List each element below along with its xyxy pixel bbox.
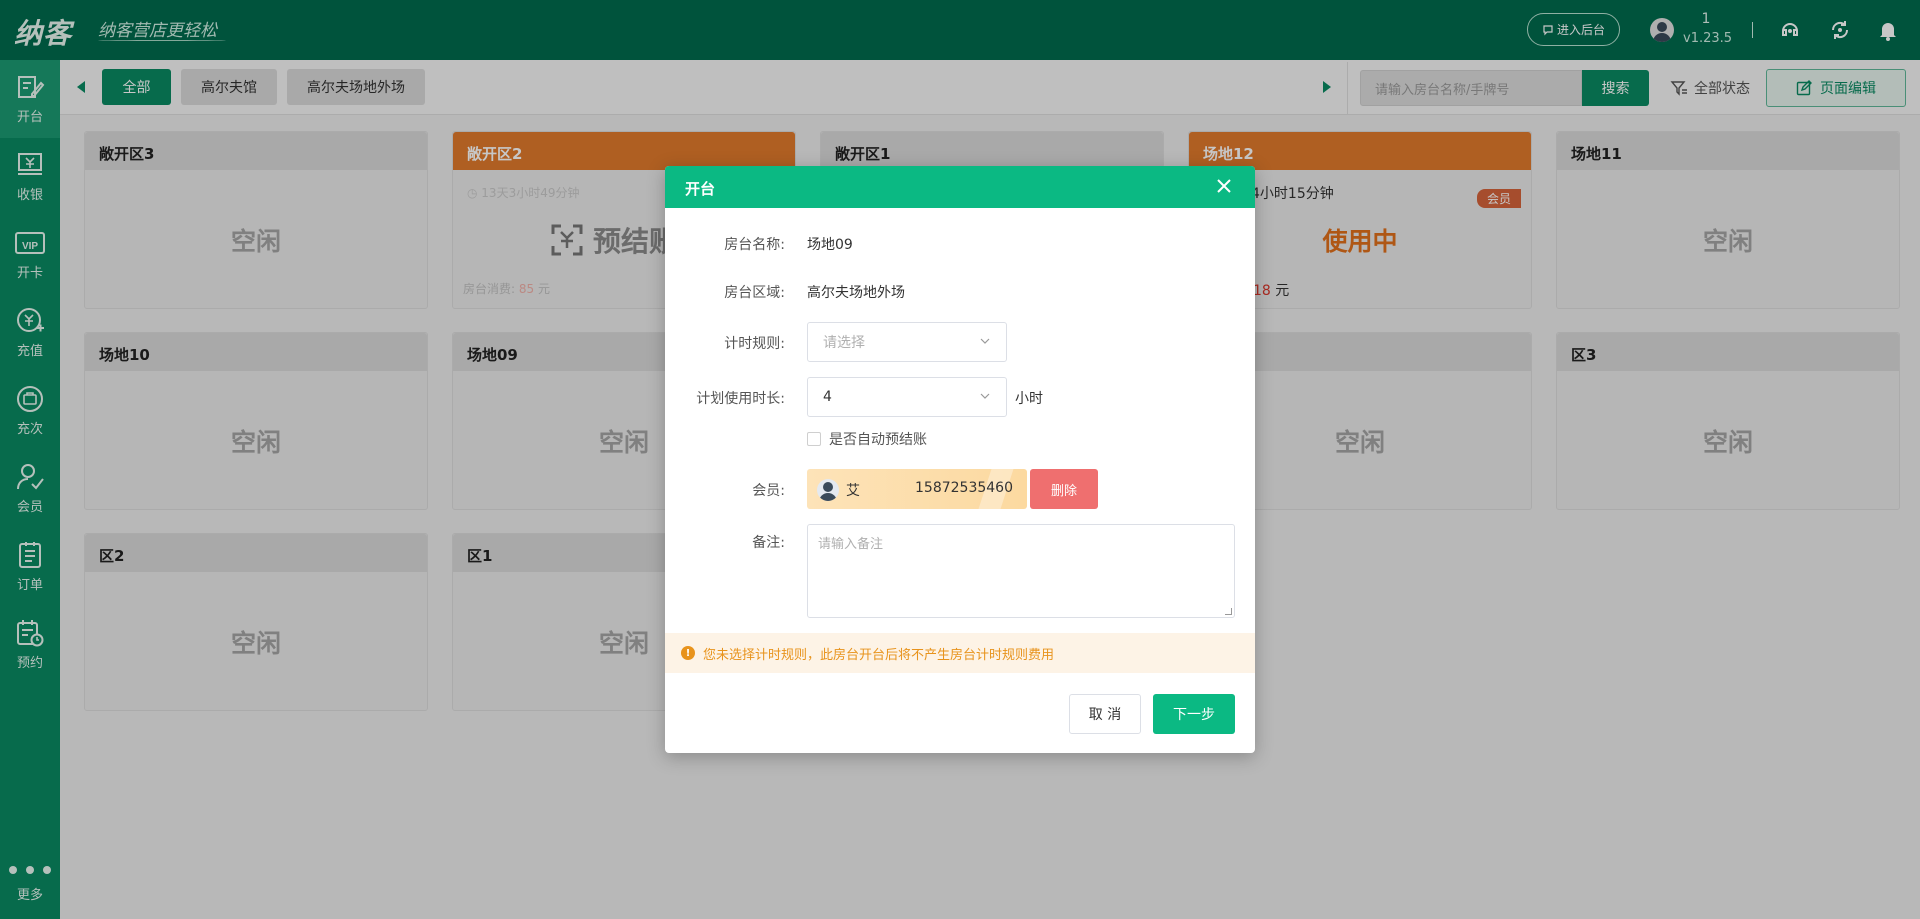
plan-duration-label: 计划使用时长: xyxy=(696,391,785,407)
room-name-value: 场地09 xyxy=(807,237,853,253)
member-avatar xyxy=(817,479,839,501)
room-name-label: 房台名称: xyxy=(724,237,785,253)
plan-duration-value: 4 xyxy=(823,389,832,405)
member-phone: 15872535460 xyxy=(915,480,1013,496)
chevron-down-icon xyxy=(980,393,990,399)
remark-label: 备注: xyxy=(752,535,785,551)
timing-rule-label: 计时规则: xyxy=(724,336,785,352)
timing-rule-warning: ! 您未选择计时规则，此房台开台后将不产生房台计时规则费用 xyxy=(665,633,1255,673)
delete-member-button[interactable]: 删除 xyxy=(1030,469,1098,509)
warning-icon: ! xyxy=(681,646,695,660)
plan-duration-unit: 小时 xyxy=(1015,391,1043,407)
dialog-header: 开台 xyxy=(665,166,1255,208)
warning-text: 您未选择计时规则，此房台开台后将不产生房台计时规则费用 xyxy=(703,647,1055,663)
member-card: 艾 15872535460 xyxy=(807,469,1027,509)
close-icon[interactable] xyxy=(1215,177,1233,195)
room-area-label: 房台区域: xyxy=(724,285,785,301)
remark-placeholder: 请输入备注 xyxy=(818,537,884,552)
room-area-value: 高尔夫场地外场 xyxy=(807,285,905,301)
next-step-button[interactable]: 下一步 xyxy=(1153,694,1235,734)
member-name: 艾 xyxy=(846,483,860,499)
member-label: 会员: xyxy=(752,483,785,499)
auto-prepay-checkbox[interactable] xyxy=(807,432,821,446)
plan-duration-select[interactable]: 4 xyxy=(807,377,1007,417)
auto-prepay-label[interactable]: 是否自动预结账 xyxy=(829,429,927,449)
resize-handle-icon[interactable] xyxy=(1225,608,1232,615)
timing-rule-select[interactable]: 请选择 xyxy=(807,322,1007,362)
chevron-down-icon xyxy=(980,338,990,344)
remark-textarea[interactable]: 请输入备注 xyxy=(807,524,1235,618)
open-table-dialog: 开台 房台名称: 场地09 房台区域: 高尔夫场地外场 计时规则: 请选择 计划… xyxy=(665,166,1255,753)
cancel-button[interactable]: 取 消 xyxy=(1069,694,1141,734)
dialog-title: 开台 xyxy=(685,180,716,198)
timing-rule-placeholder: 请选择 xyxy=(823,335,865,351)
